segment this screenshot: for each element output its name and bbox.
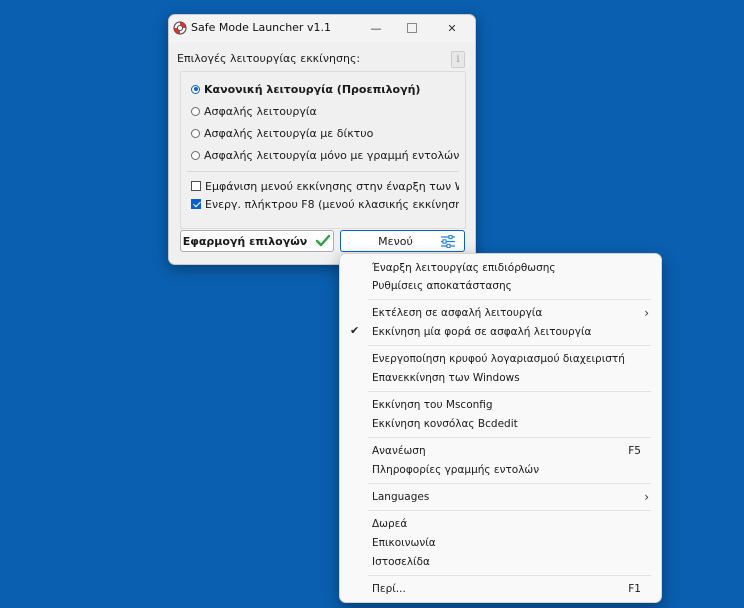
- menu-item-website[interactable]: Ιστοσελίδα: [340, 553, 661, 572]
- radio-label: Ασφαλής λειτουργία με δίκτυο: [204, 126, 374, 140]
- checkmark-icon: [316, 234, 331, 247]
- menu-separator: [368, 345, 651, 346]
- apply-button-label: Εφαρμογή επιλογών: [182, 234, 308, 248]
- radio-button[interactable]: [191, 84, 200, 94]
- menu-item-contact[interactable]: Επικοινωνία: [340, 534, 661, 553]
- checkbox-enable-f8[interactable]: Ενεργ. πλήκτρου F8 (μενού κλασικής εκκίν…: [191, 196, 459, 212]
- menu-item-label: Περί...: [372, 583, 406, 595]
- radio-safe-mode-network[interactable]: Ασφαλής λειτουργία με δίκτυο: [191, 124, 373, 142]
- menu-item-enable-admin[interactable]: Ενεργοποίηση κρυφού λογαριασμού διαχειρι…: [340, 350, 661, 369]
- checkbox[interactable]: [191, 181, 201, 191]
- menu-separator: [368, 437, 651, 438]
- menu-item-boot-once-safe[interactable]: ✔ Εκκίνηση μία φορά σε ασφαλή λειτουργία: [340, 323, 661, 342]
- radio-button[interactable]: [191, 106, 200, 116]
- apply-options-button[interactable]: Εφαρμογή επιλογών: [180, 230, 334, 252]
- menu-item-label: Ρυθμίσεις αποκατάστασης: [372, 280, 512, 292]
- menu-item-shortcut: F5: [628, 445, 641, 457]
- menu-item-languages[interactable]: Languages ›: [340, 488, 661, 507]
- menu-item-bcdedit[interactable]: Εκκίνηση κονσόλας Bcdedit: [340, 415, 661, 434]
- app-lifebuoy-icon: [173, 21, 187, 35]
- menu-item-restart-windows[interactable]: Επανεκκίνηση των Windows: [340, 369, 661, 388]
- window-title: Safe Mode Launcher v1.1: [191, 21, 331, 34]
- minimize-button[interactable]: —: [363, 18, 389, 40]
- menu-item-label: Ανανέωση: [372, 445, 426, 457]
- menu-item-label: Δωρεά: [372, 518, 408, 530]
- close-button[interactable]: ✕: [439, 18, 465, 40]
- menu-separator: [368, 391, 651, 392]
- menu-item-label: Εκκίνηση μία φορά σε ασφαλή λειτουργία: [372, 326, 592, 338]
- sliders-icon: [441, 235, 455, 248]
- menu-item-label: Ενεργοποίηση κρυφού λογαριασμού διαχειρι…: [372, 353, 625, 365]
- radio-label: Ασφαλής λειτουργία: [204, 104, 317, 118]
- menu-item-recovery-settings[interactable]: Ρυθμίσεις αποκατάστασης: [340, 277, 661, 296]
- radio-normal-mode[interactable]: Κανονική λειτουργία (Προεπιλογή): [191, 80, 420, 98]
- checkbox[interactable]: [191, 199, 201, 209]
- menu-item-label: Εκτέλεση σε ασφαλή λειτουργία: [372, 307, 543, 319]
- menu-item-label: Εκκίνηση του Msconfig: [372, 399, 493, 411]
- radio-label: Ασφαλής λειτουργία μόνο με γραμμή εντολώ…: [204, 148, 460, 162]
- checkbox-show-boot-menu[interactable]: Εμφάνιση μενού εκκίνησης στην έναρξη των…: [191, 178, 459, 194]
- checkmark-icon: ✔: [350, 324, 360, 337]
- menu-item-label: Ιστοσελίδα: [372, 556, 430, 568]
- menu-separator: [368, 299, 651, 300]
- minimize-icon: —: [370, 22, 382, 35]
- menu-item-donate[interactable]: Δωρεά: [340, 515, 661, 534]
- title-bar[interactable]: Safe Mode Launcher v1.1 — ✕: [169, 15, 475, 43]
- menu-item-label: Έναρξη λειτουργίας επιδιόρθωσης: [372, 262, 556, 274]
- close-icon: ✕: [447, 22, 457, 35]
- maximize-button[interactable]: [399, 18, 425, 40]
- menu-item-refresh[interactable]: Ανανέωση F5: [340, 442, 661, 461]
- menu-item-shortcut: F1: [628, 583, 641, 595]
- menu-item-label: Επανεκκίνηση των Windows: [372, 372, 520, 384]
- menu-separator: [368, 510, 651, 511]
- boot-options-label: Επιλογές λειτουργίας εκκίνησης:: [177, 52, 361, 65]
- menu-button-label: Μενού: [378, 234, 413, 248]
- options-divider: [187, 171, 459, 172]
- checkbox-label: Ενεργ. πλήκτρου F8 (μενού κλασικής εκκίν…: [205, 197, 459, 211]
- radio-safe-mode-cmd[interactable]: Ασφαλής λειτουργία μόνο με γραμμή εντολώ…: [191, 146, 459, 164]
- menu-separator: [368, 575, 651, 576]
- radio-button[interactable]: [191, 150, 200, 160]
- menu-item-run-in-safe-mode[interactable]: Εκτέλεση σε ασφαλή λειτουργία ›: [340, 304, 661, 323]
- menu-item-label: Εκκίνηση κονσόλας Bcdedit: [372, 418, 518, 430]
- menu-item-label: Επικοινωνία: [372, 537, 436, 549]
- maximize-icon: [407, 23, 417, 33]
- menu-item-label: Πληροφορίες γραμμής εντολών: [372, 464, 540, 476]
- menu-separator: [368, 483, 651, 484]
- menu-button[interactable]: Μενού: [340, 230, 465, 252]
- menu-item-msconfig[interactable]: Εκκίνηση του Msconfig: [340, 396, 661, 415]
- radio-button[interactable]: [191, 128, 200, 138]
- main-window: Safe Mode Launcher v1.1 — ✕ Επιλογές λει…: [168, 14, 476, 265]
- menu-item-label: Languages: [372, 491, 430, 503]
- boot-options-group: Κανονική λειτουργία (Προεπιλογή) Ασφαλής…: [180, 71, 466, 229]
- menu-item-about[interactable]: Περί... F1: [340, 580, 661, 599]
- checkbox-label: Εμφάνιση μενού εκκίνησης στην έναρξη των…: [205, 179, 459, 193]
- menu-item-cmdline-info[interactable]: Πληροφορίες γραμμής εντολών: [340, 461, 661, 480]
- radio-safe-mode[interactable]: Ασφαλής λειτουργία: [191, 102, 317, 120]
- context-menu: Έναρξη λειτουργίας επιδιόρθωσης Ρυθμίσει…: [339, 253, 662, 603]
- chevron-right-icon: ›: [644, 490, 649, 504]
- menu-item-repair-mode[interactable]: Έναρξη λειτουργίας επιδιόρθωσης: [340, 259, 661, 278]
- info-icon[interactable]: i: [451, 51, 465, 68]
- chevron-right-icon: ›: [644, 306, 649, 320]
- radio-label: Κανονική λειτουργία (Προεπιλογή): [204, 82, 421, 96]
